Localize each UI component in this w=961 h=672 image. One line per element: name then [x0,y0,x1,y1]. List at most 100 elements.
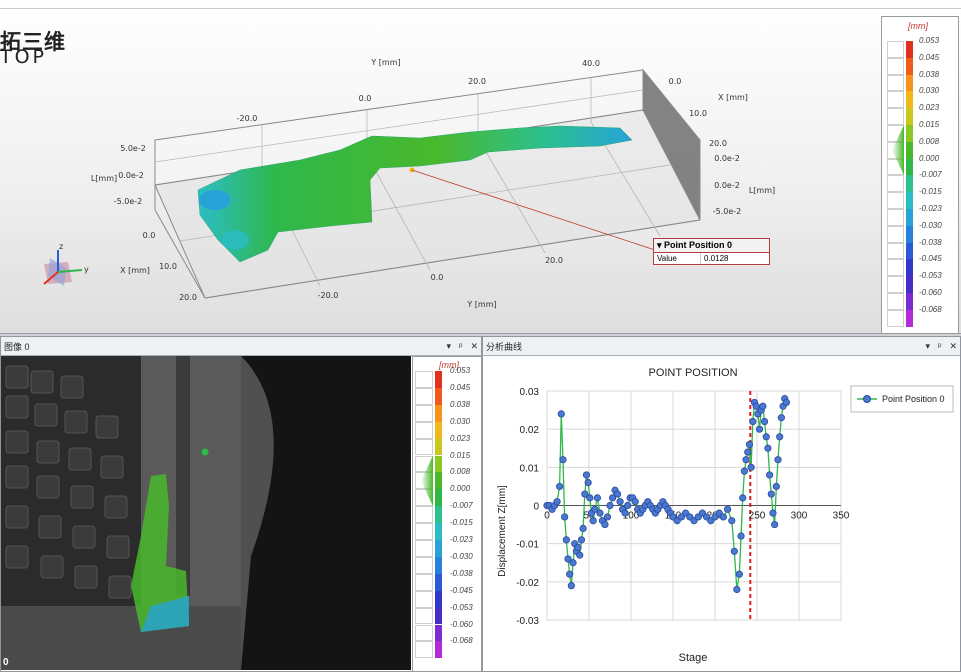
tick-x-right: 10.0 [689,109,707,118]
3d-viewer[interactable]: 拓三维 TOP Y [mm] -20.0 0.0 20.0 40.0 X [mm… [0,0,961,334]
tick-y-bottom: 0.0 [431,273,444,282]
tick-x-left: 10.0 [159,262,177,271]
pin-icon[interactable]: ᵖ [938,341,941,352]
tick-x-right: 0.0 [669,77,682,86]
data-point [744,448,752,456]
data-point [764,444,772,452]
close-icon[interactable]: ✕ [949,341,957,352]
chart-legend[interactable]: Point Position 0 [850,385,954,413]
colorscale-swatch [906,242,913,260]
y-tick-label: 0.01 [520,463,540,474]
data-point [737,532,745,540]
data-point [728,517,736,525]
data-point [742,456,750,464]
dropdown-icon[interactable]: ▾ [447,341,452,352]
data-point [772,482,780,491]
tooltip-row-value: 0.0128 [704,254,729,263]
colorscale-step [415,607,433,625]
data-point [596,509,604,517]
colorscale-step [415,404,433,422]
colorscale-step [887,57,904,75]
colorscale-tick: -0.045 [919,254,942,264]
collapse-icon[interactable]: ▾ [657,240,664,250]
colorscale-step [887,192,904,209]
colorscale-step [887,242,904,260]
data-point [616,498,624,506]
image-panel-title: 图像 0 [4,341,30,352]
colorscale-step [887,91,904,109]
colorscale-step [887,225,904,243]
colorscale-step [887,259,904,277]
camera-image[interactable]: 0 [1,356,411,670]
tick-y-top: 20.0 [468,77,486,86]
dropdown-icon[interactable]: ▾ [926,341,931,352]
colorscale-tick: 0.045 [919,52,940,62]
colorscale-swatch [435,371,442,388]
data-point [579,524,587,532]
tick-y-bottom: 20.0 [545,256,563,265]
surface-blue-patch [199,190,231,210]
colorscale-tick: -0.030 [450,551,473,561]
colorscale-tick: -0.007 [450,501,473,511]
colorscale-step [415,371,433,388]
tick-x-right: 20.0 [709,139,727,148]
colorscale-tick: 0.038 [919,69,940,79]
chart-ylabel: Displacement Z[mm] [497,485,508,577]
line-chart[interactable]: POINT POSITION Stage Displacement Z[mm] … [483,356,960,670]
data-point [747,463,755,471]
colorscale-tick: 0.045 [450,382,471,392]
colorscale-swatch [435,438,442,456]
data-point [631,498,639,506]
data-point [724,505,732,513]
legend-series-name: Point Position 0 [882,394,945,404]
curve-panel-title: 分析曲线 [486,341,523,352]
data-point [767,490,775,498]
y-tick-label: 0 [533,502,539,513]
colorscale-tick: -0.030 [919,220,942,230]
chart-title: POINT POSITION [648,367,737,379]
data-point [733,585,741,594]
colorscale-swatch [906,91,913,109]
colorscale-swatch [906,192,913,209]
colorscale-step [415,641,433,659]
axis-label-l-left: L[mm] [91,174,117,183]
x-tick-label: 300 [791,511,808,522]
tick-y-top: -20.0 [237,114,258,123]
colorscale-swatch [435,624,442,642]
colorscale-tick: -0.060 [919,288,942,297]
data-point [562,536,570,544]
orientation-gizmo-icon[interactable]: z y [43,242,89,286]
data-point [762,433,770,441]
keyboard-scene [1,356,411,670]
tooltip-row-label: Value [654,253,701,264]
surface-cyan-patch [221,230,249,250]
colorscale-swatch [906,276,913,293]
colorscale-swatch [435,556,442,574]
colorscale-step [415,556,433,574]
colorscale-swatch [906,209,913,226]
point-tooltip: ▾ Point Position 0 Value 0.0128 [653,238,770,265]
axis-label-y-bottom: Y [mm] [466,300,496,309]
colorscale-tick: -0.068 [450,636,473,646]
tick-y-top: 40.0 [582,59,600,68]
colorscale-step [887,41,904,58]
colorscale-tick: 0.015 [919,120,940,129]
colorscale-swatch [435,387,442,405]
3d-scene[interactable]: Y [mm] -20.0 0.0 20.0 40.0 X [mm] 0.0 10… [0,0,880,333]
colorscale-step [887,309,904,327]
colorscale-tick: -0.060 [450,619,473,629]
data-point [566,570,574,578]
data-point [593,494,602,502]
colorscale-swatch [906,57,913,75]
close-icon[interactable]: ✕ [470,341,478,352]
colorscale-tick: -0.038 [919,237,942,247]
data-point [606,501,614,510]
data-point [719,513,727,521]
data-point [745,440,754,449]
colorscale-step [415,573,433,591]
colorscale-swatch [435,641,442,659]
data-point [782,398,790,407]
x-tick-label: 250 [749,511,766,522]
pin-icon[interactable]: ᵖ [459,341,462,352]
colorscale-swatch [435,573,442,591]
